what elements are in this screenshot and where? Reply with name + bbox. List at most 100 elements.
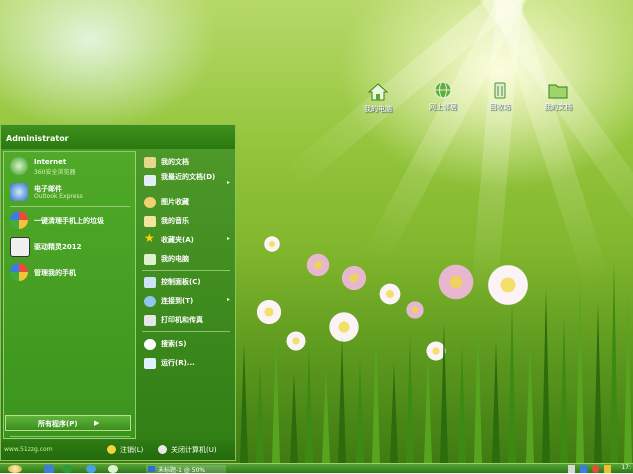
network-icon <box>432 80 454 100</box>
start-button[interactable] <box>8 465 22 473</box>
quicklaunch-icon[interactable] <box>62 465 72 473</box>
recent-item-phone-manager[interactable]: 管理我的手机 <box>8 262 134 284</box>
desktop-icon-my-computer[interactable]: 我的电脑 <box>352 82 404 114</box>
grass-blade <box>576 278 584 463</box>
separator <box>10 436 130 437</box>
start-menu-footer: www.51zzg.com 注销(L) 关闭计算机(U) <box>1 440 235 460</box>
grass-blade <box>526 333 534 463</box>
desktop-icon-label: 我的电脑 <box>364 105 392 113</box>
driver-icon <box>10 237 30 257</box>
desktop-icon-label: 网上邻居 <box>429 103 457 111</box>
menu-item-music[interactable]: 我的音乐 <box>142 214 234 230</box>
all-programs-button[interactable]: 所有程序(P) ▶ <box>5 415 131 431</box>
menu-item-label: 控制面板(C) <box>161 278 201 286</box>
grass-blade <box>492 341 500 463</box>
user-name: Administrator <box>6 134 69 143</box>
menu-item-label: 收藏夹(A) <box>161 236 194 244</box>
grass-blade <box>338 338 346 463</box>
grass-blade <box>560 318 568 463</box>
menu-item-connect-to[interactable]: 连接到(T) ▸ <box>142 294 234 310</box>
submenu-arrow-icon: ▸ <box>226 296 230 303</box>
menu-item-my-computer[interactable]: 我的电脑 <box>142 252 234 268</box>
grass-blade <box>256 363 264 463</box>
flower <box>255 298 283 326</box>
quicklaunch-icon[interactable] <box>86 465 96 473</box>
favorites-icon: ★ <box>144 231 155 245</box>
grass-blade <box>474 313 482 463</box>
menu-item-my-documents[interactable]: 我的文档 <box>142 155 234 171</box>
logoff-icon <box>107 445 116 454</box>
flower <box>285 330 307 352</box>
desktop-icon-network[interactable]: 网上邻居 <box>417 80 469 112</box>
my-computer-icon <box>144 254 156 265</box>
recycle-bin-icon <box>489 80 511 100</box>
computer-icon <box>367 82 389 102</box>
recent-item-label: 驱动精灵2012 <box>34 243 82 251</box>
grass-blade <box>610 263 618 463</box>
start-menu-left-pane: Internet 360安全浏览器 电子邮件 Outlook Express 一… <box>3 151 136 439</box>
desktop-icon-label: 我的文档 <box>544 103 572 111</box>
tray-icon[interactable] <box>592 465 599 473</box>
grass-blade <box>240 343 248 463</box>
desktop-icon-label: 回收站 <box>489 103 511 111</box>
menu-item-pictures[interactable]: 图片收藏 <box>142 195 234 211</box>
start-menu-right-pane: 我的文档 我最近的文档(D) ▸ 图片收藏 我的音乐 ★ 收藏夹(A) ▸ 我的… <box>138 151 234 439</box>
recent-docs-icon <box>144 175 156 186</box>
grass-blade <box>372 328 380 463</box>
recent-item-label: 管理我的手机 <box>34 269 76 277</box>
phone-manager-icon <box>10 263 28 281</box>
pinned-item-internet[interactable]: Internet 360安全浏览器 <box>8 156 134 178</box>
grass-blade <box>290 373 298 463</box>
grass-blade <box>440 323 448 463</box>
desktop-icon-my-documents[interactable]: 我的文档 <box>532 80 584 112</box>
desktop-background: 我的电脑 网上邻居 回收站 我的文档 Administrator Interne… <box>0 0 633 463</box>
tray-icon[interactable] <box>580 465 587 473</box>
grass-blade <box>624 293 632 463</box>
menu-item-label: 搜索(S) <box>161 340 187 348</box>
tray-icon[interactable] <box>568 465 575 473</box>
menu-item-label: 连接到(T) <box>161 297 194 305</box>
pinned-item-title: Internet <box>34 158 67 166</box>
recent-item-label: 一键清理手机上的垃圾 <box>34 217 104 225</box>
recent-item-driver[interactable]: 驱动精灵2012 <box>8 236 134 258</box>
menu-item-label: 我的文档 <box>161 158 189 166</box>
menu-item-search[interactable]: 搜索(S) <box>142 337 234 353</box>
separator <box>10 206 130 207</box>
taskbar-window-button[interactable]: 未标题-1 @ 50% <box>146 465 226 474</box>
pinned-item-subtitle: 360安全浏览器 <box>34 169 76 176</box>
power-icon <box>158 445 167 454</box>
grass-blade <box>305 348 313 463</box>
desktop-icon-recycle-bin[interactable]: 回收站 <box>474 80 526 112</box>
website-text: www.51zzg.com <box>4 446 53 453</box>
menu-item-control-panel[interactable]: 控制面板(C) <box>142 275 234 291</box>
control-panel-icon <box>144 277 156 288</box>
recent-item-cleaner[interactable]: 一键清理手机上的垃圾 <box>8 210 134 232</box>
grass-blade <box>542 288 550 463</box>
run-icon <box>144 358 156 369</box>
connect-icon <box>144 296 156 307</box>
menu-item-favorites[interactable]: ★ 收藏夹(A) ▸ <box>142 231 234 249</box>
quicklaunch-icon[interactable] <box>44 465 54 473</box>
pictures-icon <box>144 197 156 208</box>
quicklaunch-icon[interactable] <box>108 465 118 473</box>
search-icon <box>144 339 156 350</box>
menu-item-label: 运行(R)... <box>161 359 195 367</box>
music-icon <box>144 216 156 227</box>
pinned-item-email[interactable]: 电子邮件 Outlook Express <box>8 182 134 204</box>
menu-item-run[interactable]: 运行(R)... <box>142 356 234 372</box>
clock[interactable]: 17: <box>621 464 631 471</box>
flower <box>340 264 368 292</box>
flower <box>378 282 402 306</box>
grass-blade <box>406 335 414 463</box>
grass-blade <box>424 353 432 463</box>
grass-blade <box>508 303 516 463</box>
tray-icon[interactable] <box>604 465 611 473</box>
menu-item-recent-documents[interactable]: 我最近的文档(D) ▸ <box>142 173 234 195</box>
flower <box>305 252 331 278</box>
browser-icon <box>10 157 28 175</box>
menu-item-label: 我最近的文档(D) <box>161 173 216 181</box>
menu-item-label: 图片收藏 <box>161 198 189 206</box>
menu-item-printers[interactable]: 打印机和传真 <box>142 313 234 329</box>
logoff-label: 注销(L) <box>120 446 144 454</box>
flower <box>263 235 281 253</box>
